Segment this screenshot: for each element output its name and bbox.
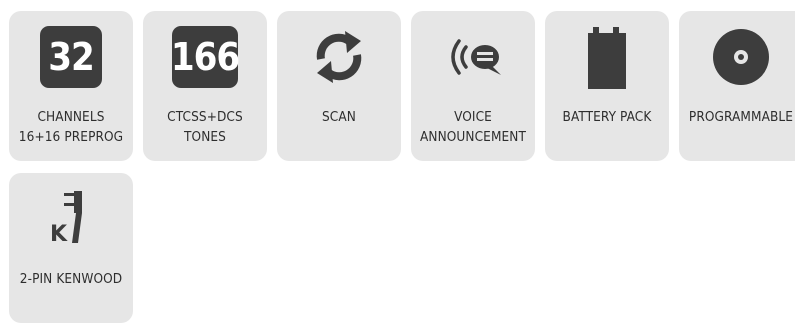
feature-label-line-1: CHANNELS xyxy=(37,109,105,125)
feature-tile-voice: VOICE ANNOUNCEMENT xyxy=(411,11,535,161)
feature-tile-channels: 32 CHANNELS 16+16 PREPROG xyxy=(9,11,133,161)
feature-label-line-2: TONES xyxy=(184,129,226,145)
feature-label-line-1: VOICE xyxy=(454,109,492,125)
svg-text:K: K xyxy=(50,222,68,247)
feature-tile-programmable: PROGRAMMABLE xyxy=(679,11,795,161)
tones-166-icon: 166 xyxy=(170,26,240,88)
voice-announcement-icon xyxy=(451,39,501,75)
feature-tile-tones: 166 CTCSS+DCS TONES xyxy=(143,11,267,161)
kenwood-plug-icon: K xyxy=(50,191,82,247)
feature-label-line-1: 2-PIN KENWOOD xyxy=(19,271,123,287)
feature-label-line-1: CTCSS+DCS xyxy=(167,109,243,125)
tones-badge-number: 166 xyxy=(170,35,240,79)
feature-label: CTCSS+DCS TONES xyxy=(143,107,267,147)
channels-32-icon: 32 xyxy=(40,26,102,88)
scan-arrows-icon xyxy=(316,31,362,83)
battery-pack-icon xyxy=(588,27,626,89)
feature-label: BATTERY PACK xyxy=(545,107,669,127)
feature-label: 2-PIN KENWOOD xyxy=(9,269,133,289)
feature-label-line-2: 16+16 PREPROG xyxy=(18,129,124,145)
feature-label-line-1: BATTERY PACK xyxy=(562,109,652,125)
feature-tile-battery: BATTERY PACK xyxy=(545,11,669,161)
feature-label: PROGRAMMABLE xyxy=(679,107,795,127)
feature-label-line-1: PROGRAMMABLE xyxy=(688,109,794,125)
feature-tile-kenwood: K 2-PIN KENWOOD xyxy=(9,173,133,323)
feature-label-line-1: SCAN xyxy=(322,109,356,125)
cd-disc-icon xyxy=(713,29,769,85)
feature-label-line-2: ANNOUNCEMENT xyxy=(419,129,527,145)
feature-label: CHANNELS 16+16 PREPROG xyxy=(9,107,133,147)
feature-label: VOICE ANNOUNCEMENT xyxy=(411,107,535,147)
channels-badge-number: 32 xyxy=(48,35,95,79)
feature-label: SCAN xyxy=(277,107,401,127)
feature-tile-scan: SCAN xyxy=(277,11,401,161)
